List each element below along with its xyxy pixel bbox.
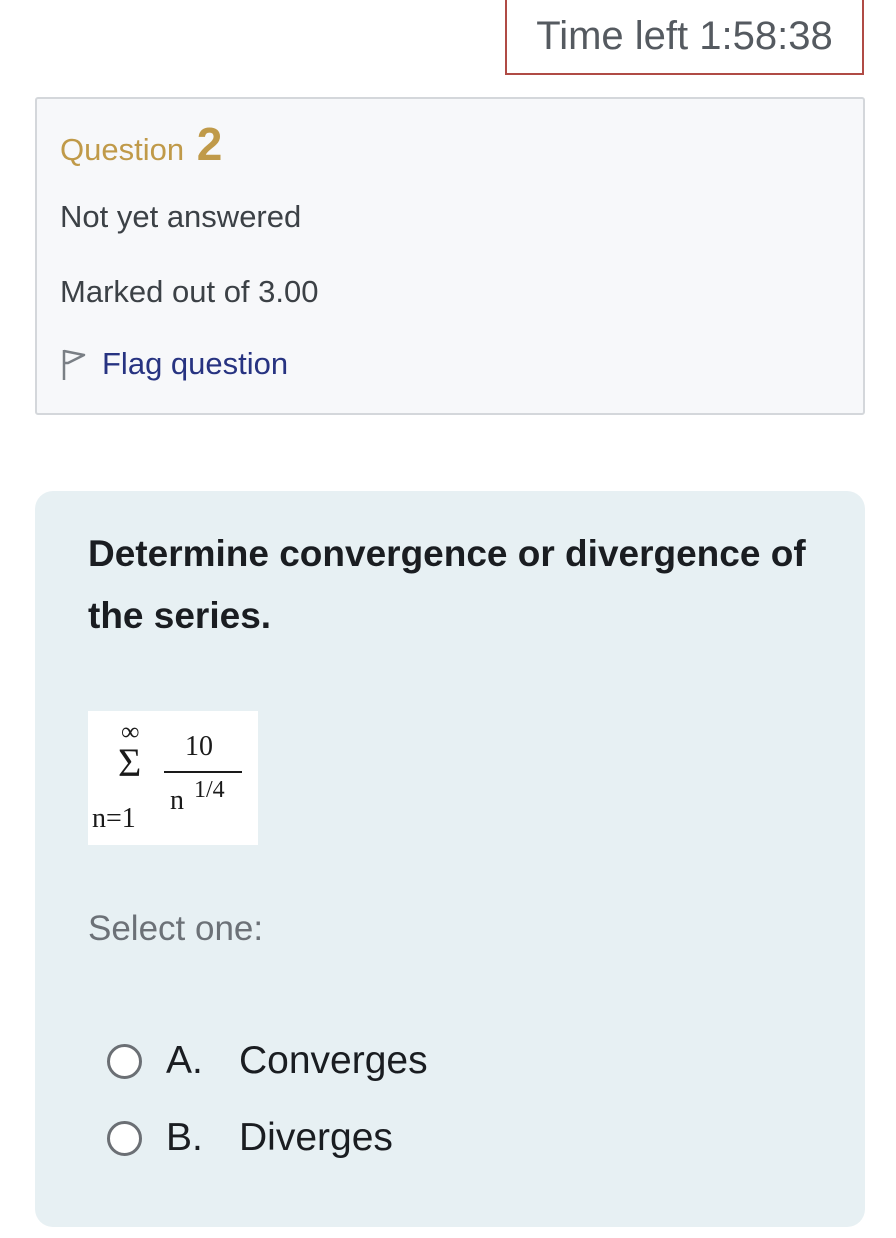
flag-question-label: Flag question bbox=[102, 346, 289, 381]
question-grade: Marked out of 3.00 bbox=[60, 274, 319, 309]
answer-option-b[interactable]: B. Diverges bbox=[107, 1116, 393, 1160]
sum-lower-limit: n=1 bbox=[92, 803, 136, 834]
question-info-panel: Question 2 Not yet answered Marked out o… bbox=[35, 97, 865, 415]
option-label: Converges bbox=[239, 1039, 428, 1082]
radio-button-b[interactable] bbox=[107, 1120, 142, 1156]
select-one-prompt: Select one: bbox=[88, 909, 264, 948]
radio-button-a[interactable] bbox=[107, 1043, 142, 1079]
fraction-numerator: 10 bbox=[185, 731, 213, 762]
flag-question-link[interactable]: Flag question bbox=[60, 346, 288, 382]
fraction-bar bbox=[164, 771, 242, 773]
sigma-symbol: Σ bbox=[118, 740, 142, 785]
option-label: Diverges bbox=[239, 1116, 393, 1159]
fraction-denominator-exponent: 1/4 bbox=[194, 777, 225, 803]
option-letter: B. bbox=[166, 1116, 203, 1159]
question-label: Question bbox=[60, 132, 185, 167]
question-state: Not yet answered bbox=[60, 199, 302, 234]
question-number: 2 bbox=[196, 118, 223, 170]
series-formula-image: ∞ Σ n=1 10 n 1/4 bbox=[88, 711, 258, 845]
question-title: Question 2 bbox=[60, 117, 222, 171]
time-left-timer: Time left 1:58:38 bbox=[505, 0, 864, 75]
question-text: Determine convergence or divergence of t… bbox=[88, 533, 806, 636]
answer-option-a[interactable]: A. Converges bbox=[107, 1039, 428, 1083]
option-letter: A. bbox=[166, 1039, 203, 1082]
flag-icon bbox=[62, 349, 86, 380]
question-content-panel: Determine convergence or divergence of t… bbox=[35, 491, 865, 1227]
fraction-denominator-base: n bbox=[170, 785, 184, 816]
